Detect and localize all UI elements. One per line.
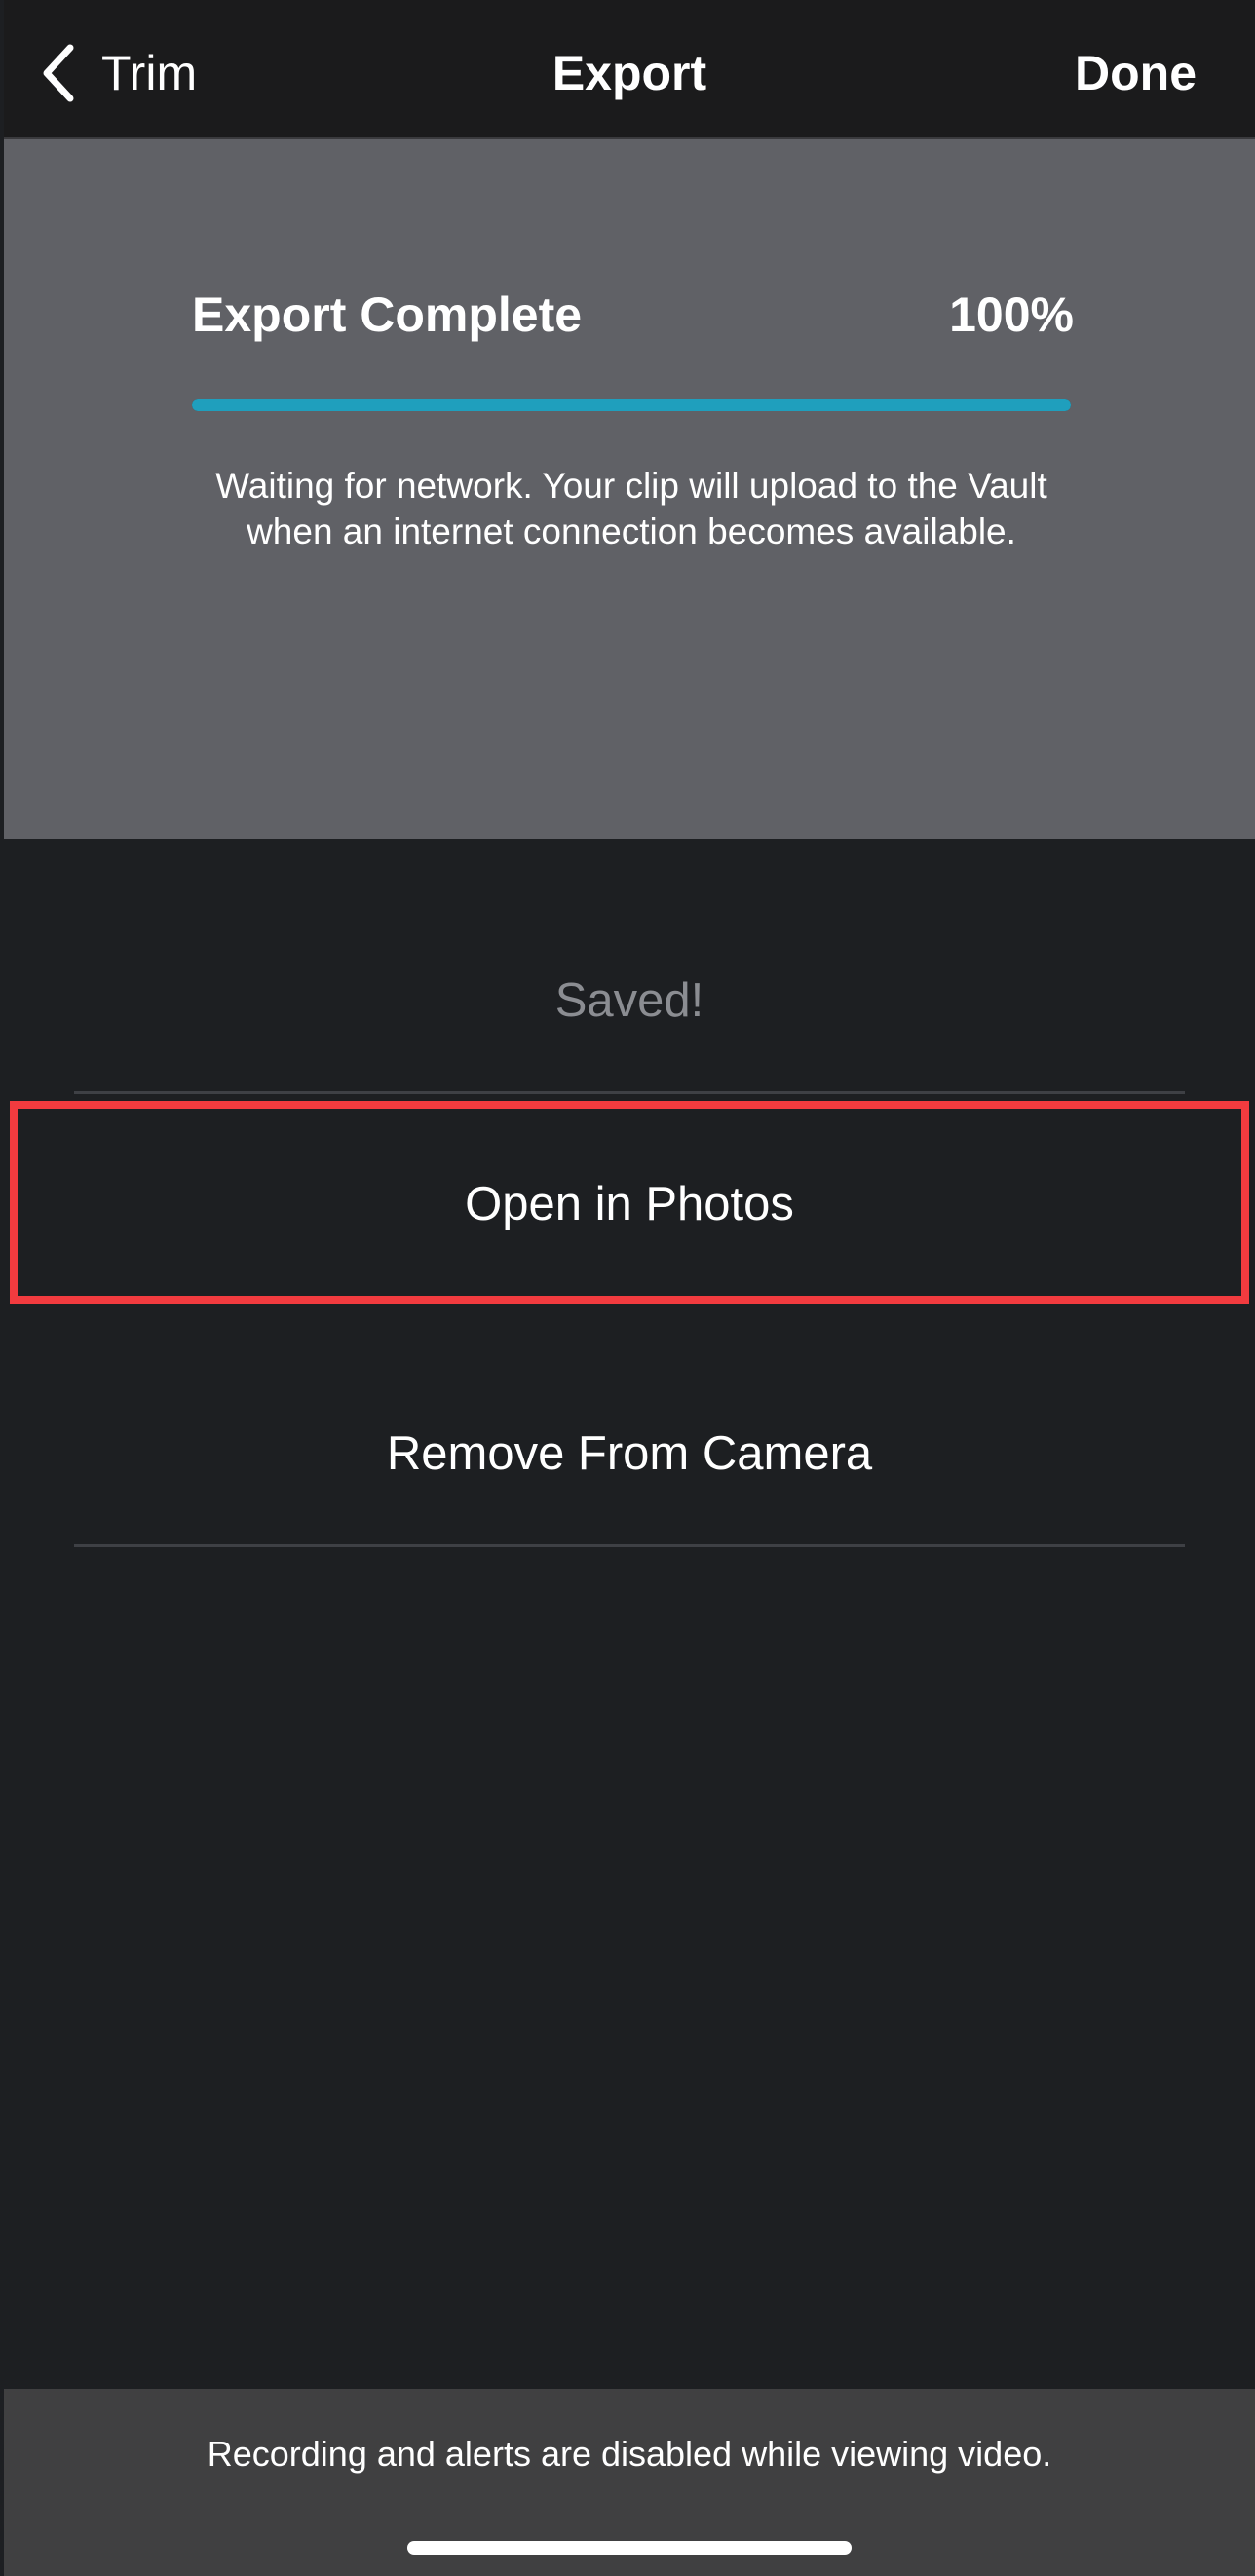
- remove-from-camera-button[interactable]: Remove From Camera: [4, 1408, 1255, 1500]
- export-progress-bar: [192, 399, 1071, 411]
- export-status-title: Export Complete: [192, 287, 583, 342]
- divider: [74, 1544, 1185, 1547]
- saved-status: Saved!: [554, 974, 704, 1027]
- footer-notice: Recording and alerts are disabled while …: [207, 2434, 1052, 2474]
- footer-notice-bar: Recording and alerts are disabled while …: [4, 2389, 1255, 2576]
- export-progress-percent: 100%: [949, 287, 1074, 342]
- navigation-bar: Trim Export Done: [4, 0, 1255, 139]
- done-button[interactable]: Done: [1075, 39, 1197, 107]
- export-progress-fill: [192, 399, 1071, 411]
- export-status-panel: Export Complete 100% Waiting for network…: [4, 139, 1255, 839]
- home-indicator[interactable]: [407, 2541, 852, 2555]
- upload-status-message: Waiting for network. Your clip will uplo…: [215, 466, 1047, 551]
- divider: [74, 1091, 1185, 1094]
- export-screen: Trim Export Done Export Complete 100% Wa…: [4, 0, 1255, 2576]
- open-in-photos-button[interactable]: Open in Photos: [4, 1100, 1255, 1308]
- page-title: Export: [551, 46, 707, 100]
